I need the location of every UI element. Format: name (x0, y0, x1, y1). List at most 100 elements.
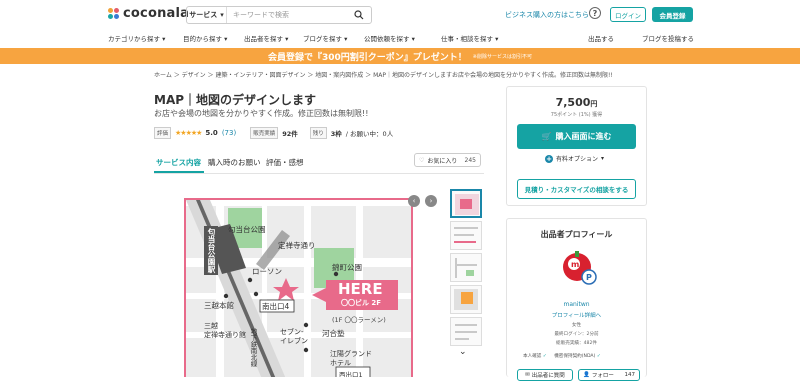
avatar[interactable]: m P (561, 249, 597, 285)
paid-option-label: 有料オプション (556, 156, 599, 163)
message-seller-label: 出品者に質問 (531, 373, 565, 379)
global-nav: カテゴリから探す ▾ 目的から探す ▾ 出品者を探す ▾ ブログを探す ▾ 公開… (0, 28, 800, 46)
map-label-subway: 地下鉄南北線 (249, 328, 257, 367)
rating-stars-icon: ★★★★★ (175, 128, 202, 137)
user-plus-icon: 👤 (583, 372, 590, 378)
favorite-label: お気に入り (427, 157, 458, 165)
nav-post-blog[interactable]: ブログを投稿する (642, 33, 694, 43)
nav-sellers[interactable]: 出品者を探す ▾ (244, 33, 288, 43)
check-icon: ✓ (542, 354, 547, 359)
map-label-station: 匂当台公園駅 (204, 226, 218, 275)
logo-icon (108, 7, 120, 20)
chevron-right-icon[interactable]: › (425, 195, 437, 207)
map-building-label: 〇〇ビル 2F (341, 299, 382, 307)
nav-category[interactable]: カテゴリから探す ▾ (108, 33, 165, 43)
map-label-street1: 定禅寺通り (278, 241, 316, 250)
nda-label: 機密保持契約(NDA) (554, 354, 596, 359)
chevron-down-icon: ▾ (601, 155, 605, 162)
search-category-label: サービス (189, 11, 218, 19)
tab-reviews[interactable]: 評価・感想 (266, 157, 304, 168)
message-seller-button[interactable]: ✉ 出品者に質問 (517, 369, 573, 381)
favorite-button[interactable]: ♡ お気に入り 245 (414, 153, 481, 167)
banner-note: ※削除サービスは割引不可 (472, 53, 532, 60)
identity-verified-label: 本人確認 (523, 354, 542, 359)
follow-count: 147 (624, 372, 636, 378)
thumbnail-5[interactable] (450, 317, 482, 346)
help-icon[interactable]: ? (589, 7, 601, 19)
paid-option-link[interactable]: + 有料オプション ▾ (545, 154, 604, 163)
points-text: 75ポイント (1%) 獲得 (550, 112, 603, 118)
map-label-mitsukoshi: 三越本館 (204, 301, 234, 310)
nav-sell[interactable]: 出品する (588, 33, 614, 43)
chevron-down-icon[interactable]: ⌄ (459, 347, 467, 357)
search-category-select[interactable]: サービス ▾ (187, 7, 227, 23)
seller-username[interactable]: manitwn (507, 301, 646, 308)
map-label-hotel: 江陽グランド ホテル (330, 350, 372, 367)
search-button[interactable] (347, 7, 371, 23)
cart-icon: 🛒 (541, 132, 552, 141)
thumbnail-1[interactable] (450, 189, 482, 218)
tab-purchase-request[interactable]: 購入時のお願い (208, 157, 261, 168)
plus-icon: + (545, 154, 553, 163)
search-input[interactable]: キーワードで検索 (227, 10, 347, 20)
verification-row: 本人確認 ✓ 機密保持契約(NDA) ✓ (523, 353, 601, 359)
purchase-button-label: 購入画面に進む (555, 132, 612, 141)
rating-score: 5.0 (205, 128, 218, 137)
login-button[interactable]: ログイン (610, 7, 646, 22)
map-label-kawai: 河合塾 (322, 329, 345, 338)
chevron-left-icon[interactable]: ‹ (408, 195, 420, 207)
business-purchase-link[interactable]: ビジネス購入の方はこちら (505, 10, 589, 20)
follow-label: フォロー (591, 373, 614, 379)
map-label-lawson: ローソン (252, 267, 282, 276)
map-label-westexit: 西出口1 (339, 371, 363, 377)
nav-requests[interactable]: 公開依頼を探す ▾ (364, 33, 415, 43)
rating-tag: 評価 (154, 126, 172, 139)
nav-purpose[interactable]: 目的から探す ▾ (183, 33, 227, 43)
profile-detail-link[interactable]: プロフィール詳細へ (507, 311, 646, 319)
thumbnail-2[interactable] (450, 221, 482, 250)
consult-button[interactable]: 見積り・カスタマイズの相談をする (517, 179, 636, 199)
map-label-mitsukoshi2: 三越 定禅寺通り館 (204, 322, 246, 339)
tab-service-content[interactable]: サービス内容 (156, 157, 201, 168)
page-title: MAP｜地図のデザインします (154, 93, 317, 107)
seller-profile-box: 出品者プロフィール m P manitwn プロフィール詳細へ 女性 最終ログイ… (506, 218, 647, 381)
heart-icon: ♡ (419, 156, 425, 164)
coconala-logo[interactable]: coconala (108, 6, 189, 21)
breadcrumb[interactable]: ホーム ＞ デザイン ＞ 建築・インテリア・図面デザイン ＞ 地図・案内図作成 … (154, 70, 613, 79)
page-subtitle: お店や会場の地図を分かりやすく作成。修正回数は無制限!! (154, 109, 369, 118)
map-label-park2: 錦町公園 (332, 263, 362, 272)
profile-title: 出品者プロフィール (540, 230, 613, 239)
map-ramen-label: (1F 〇〇ラーメン) (332, 316, 386, 324)
thumbnail-list (450, 189, 482, 349)
review-count-link[interactable]: (73) (222, 129, 236, 137)
map-label-park1: 勾当台公園 (228, 225, 266, 234)
mail-icon: ✉ (525, 372, 530, 378)
promo-banner[interactable]: 会員登録で『300円割引クーポン』プレゼント！ ※削除サービスは割引不可 (0, 48, 800, 64)
follow-button[interactable]: 👤 フォロー 147 (578, 369, 640, 381)
favorite-count: 245 (464, 156, 476, 164)
service-main-image[interactable]: 匂当台公園駅 勾当台公園 定禅寺通り 錦町公園 ローソン 南出口4 三越本館 H… (184, 198, 413, 377)
seller-total-sales: 総販売実績：482件 (556, 341, 597, 346)
banner-text: 会員登録で『300円割引クーポン』プレゼント！ (268, 52, 467, 63)
logo-text: coconala (123, 6, 190, 21)
remaining-count: 3枠 (330, 129, 342, 138)
search-bar: サービス ▾ キーワードで検索 (186, 6, 372, 24)
nav-jobs[interactable]: 仕事・相談を探す ▾ (441, 33, 498, 43)
sales-count: 92件 (282, 129, 298, 138)
purchase-button[interactable]: 🛒 購入画面に進む (517, 124, 636, 149)
purchase-box: 7,500円 75ポイント (1%) 獲得 🛒 購入画面に進む + 有料オプショ… (506, 86, 647, 206)
inquiry-count: / お願い中：0人 (345, 129, 394, 138)
check-icon: ✓ (596, 354, 601, 359)
thumbnail-3[interactable] (450, 253, 482, 282)
chevron-down-icon: ▾ (220, 11, 224, 19)
svg-text:P: P (586, 273, 592, 282)
top-bar: coconala サービス ▾ キーワードで検索 ビジネス購入の方はこちら ? … (0, 0, 800, 28)
sales-tag: 販売実績 (250, 126, 279, 139)
seller-last-login: 最終ログイン：2分前 (554, 332, 599, 337)
nav-blogs[interactable]: ブログを探す ▾ (303, 33, 347, 43)
register-button[interactable]: 会員登録 (652, 7, 693, 22)
price: 7,500円 (555, 96, 598, 109)
seller-gender: 女性 (571, 323, 582, 328)
thumbnail-4[interactable] (450, 285, 482, 314)
search-icon (354, 10, 364, 20)
